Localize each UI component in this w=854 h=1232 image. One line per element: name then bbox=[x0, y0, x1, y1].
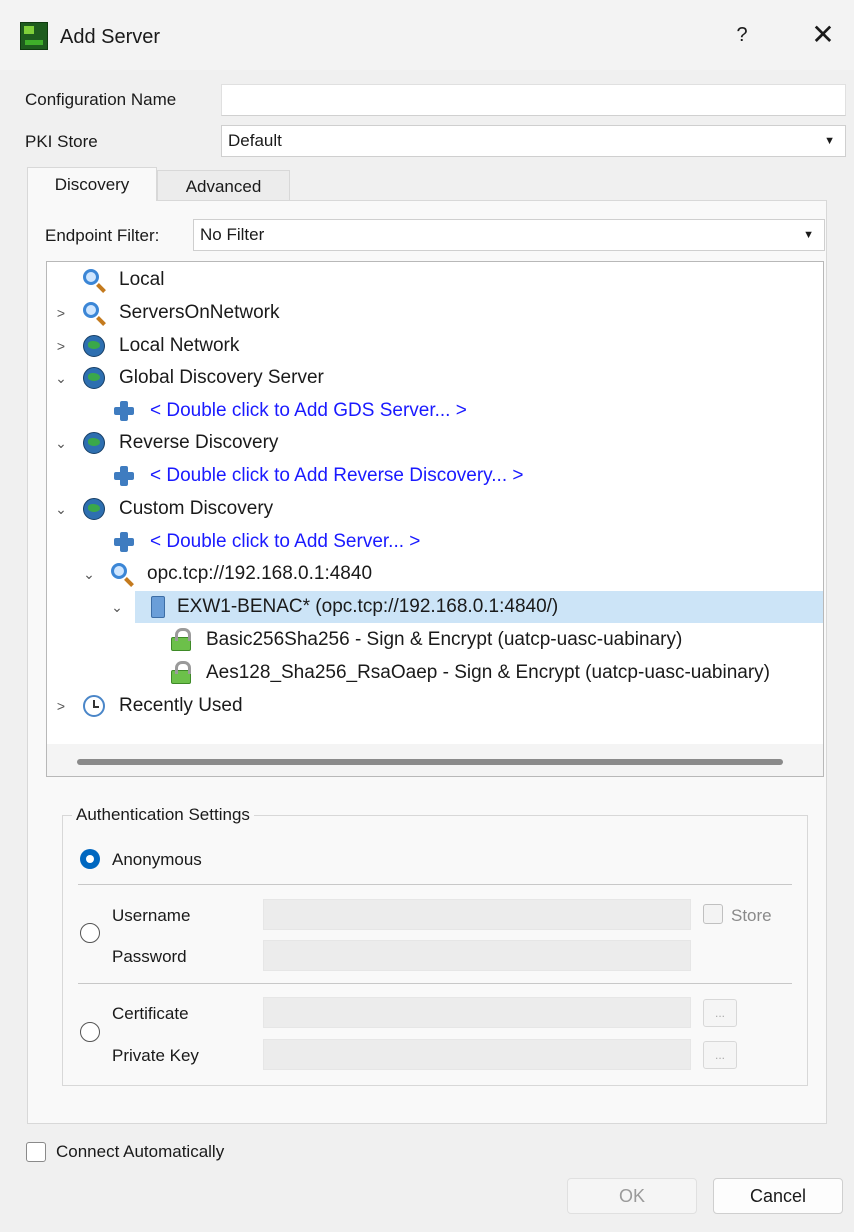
connect-automatically-label: Connect Automatically bbox=[56, 1142, 225, 1161]
search-icon bbox=[111, 563, 127, 579]
authentication-settings-title: Authentication Settings bbox=[72, 805, 254, 825]
endpoint-filter-value: No Filter bbox=[200, 225, 265, 244]
tree-item-opc-endpoint[interactable]: ⌄ opc.tcp://192.168.0.1:4840 bbox=[47, 558, 823, 590]
chevron-right-icon[interactable]: > bbox=[53, 330, 69, 362]
cancel-button[interactable]: Cancel bbox=[713, 1178, 843, 1214]
tree-item-local-network[interactable]: > Local Network bbox=[47, 330, 823, 362]
close-button[interactable]: ✕ bbox=[805, 20, 841, 50]
plus-icon bbox=[113, 465, 135, 487]
scrollbar-thumb[interactable] bbox=[77, 759, 783, 765]
password-label: Password bbox=[112, 947, 187, 966]
username-password-radio[interactable] bbox=[80, 923, 100, 943]
tree-item-global-discovery-server[interactable]: ⌄ Global Discovery Server bbox=[47, 362, 823, 394]
tree-item-basic256sha256[interactable]: Basic256Sha256 - Sign & Encrypt (uatcp-u… bbox=[47, 624, 823, 656]
pki-store-value: Default bbox=[228, 131, 282, 150]
tree-item-aes128-sha256[interactable]: Aes128_Sha256_RsaOaep - Sign & Encrypt (… bbox=[47, 657, 823, 689]
certificate-field[interactable] bbox=[263, 997, 691, 1028]
globe-icon bbox=[83, 335, 105, 357]
anonymous-label: Anonymous bbox=[112, 850, 202, 869]
plus-icon bbox=[113, 400, 135, 422]
window-title: Add Server bbox=[60, 26, 161, 48]
chevron-down-icon[interactable]: ⌄ bbox=[81, 558, 97, 590]
plus-icon bbox=[113, 531, 135, 553]
chevron-down-icon[interactable]: ⌄ bbox=[53, 362, 69, 394]
store-checkbox[interactable] bbox=[703, 904, 723, 924]
title-bar: Add Server ? ✕ bbox=[0, 0, 854, 70]
search-icon bbox=[83, 302, 99, 318]
tab-advanced[interactable]: Advanced bbox=[157, 170, 290, 201]
tab-discovery[interactable]: Discovery bbox=[27, 167, 157, 201]
chevron-down-icon[interactable]: ⌄ bbox=[109, 591, 125, 623]
server-icon bbox=[151, 596, 165, 618]
clock-icon bbox=[83, 695, 105, 717]
tree-item-reverse-discovery[interactable]: ⌄ Reverse Discovery bbox=[47, 427, 823, 459]
search-icon bbox=[83, 269, 99, 285]
tree-item-add-gds-server[interactable]: < Double click to Add GDS Server... > bbox=[47, 395, 823, 427]
lock-icon bbox=[171, 628, 191, 651]
username-field[interactable] bbox=[263, 899, 691, 930]
divider bbox=[78, 983, 792, 984]
app-icon bbox=[20, 22, 48, 50]
endpoint-filter-label: Endpoint Filter: bbox=[45, 226, 160, 245]
chevron-right-icon[interactable]: > bbox=[53, 690, 69, 722]
password-field[interactable] bbox=[263, 940, 691, 971]
certificate-browse-button[interactable]: ... bbox=[703, 999, 737, 1027]
chevron-down-icon[interactable]: ⌄ bbox=[53, 427, 69, 459]
globe-icon bbox=[83, 498, 105, 520]
dropdown-arrow-icon: ▼ bbox=[824, 135, 835, 147]
certificate-label: Certificate bbox=[112, 1004, 189, 1023]
pki-store-label: PKI Store bbox=[25, 132, 98, 151]
private-key-label: Private Key bbox=[112, 1046, 199, 1065]
private-key-field[interactable] bbox=[263, 1039, 691, 1070]
chevron-right-icon[interactable]: > bbox=[53, 297, 69, 329]
certificate-radio[interactable] bbox=[80, 1022, 100, 1042]
discovery-tree[interactable]: Local > ServersOnNetwork > Local Network… bbox=[46, 261, 824, 777]
globe-icon bbox=[83, 432, 105, 454]
connect-automatically-checkbox[interactable] bbox=[26, 1142, 46, 1162]
anonymous-radio[interactable] bbox=[80, 849, 100, 869]
private-key-browse-button[interactable]: ... bbox=[703, 1041, 737, 1069]
configuration-name-label: Configuration Name bbox=[25, 90, 177, 109]
configuration-name-input[interactable] bbox=[221, 84, 846, 116]
lock-icon bbox=[171, 661, 191, 684]
tree-item-custom-discovery[interactable]: ⌄ Custom Discovery bbox=[47, 493, 823, 525]
tree-item-local[interactable]: Local bbox=[47, 264, 823, 296]
tree-item-recently-used[interactable]: > Recently Used bbox=[47, 690, 823, 722]
help-button[interactable]: ? bbox=[732, 24, 752, 47]
tree-item-add-reverse-discovery[interactable]: < Double click to Add Reverse Discovery.… bbox=[47, 460, 823, 492]
dropdown-arrow-icon: ▼ bbox=[803, 229, 814, 241]
ok-button[interactable]: OK bbox=[567, 1178, 697, 1214]
divider bbox=[78, 884, 792, 885]
username-label: Username bbox=[112, 906, 191, 925]
tree-item-server-exw1-benac[interactable]: EXW1-BENAC* (opc.tcp://192.168.0.1:4840/… bbox=[135, 591, 823, 623]
pki-store-select[interactable]: Default ▼ bbox=[221, 125, 846, 157]
tree-item-add-server[interactable]: < Double click to Add Server... > bbox=[47, 526, 823, 558]
tree-item-servers-on-network[interactable]: > ServersOnNetwork bbox=[47, 297, 823, 329]
chevron-down-icon[interactable]: ⌄ bbox=[53, 493, 69, 525]
store-label: Store bbox=[731, 906, 772, 925]
globe-icon bbox=[83, 367, 105, 389]
endpoint-filter-select[interactable]: No Filter ▼ bbox=[193, 219, 825, 251]
